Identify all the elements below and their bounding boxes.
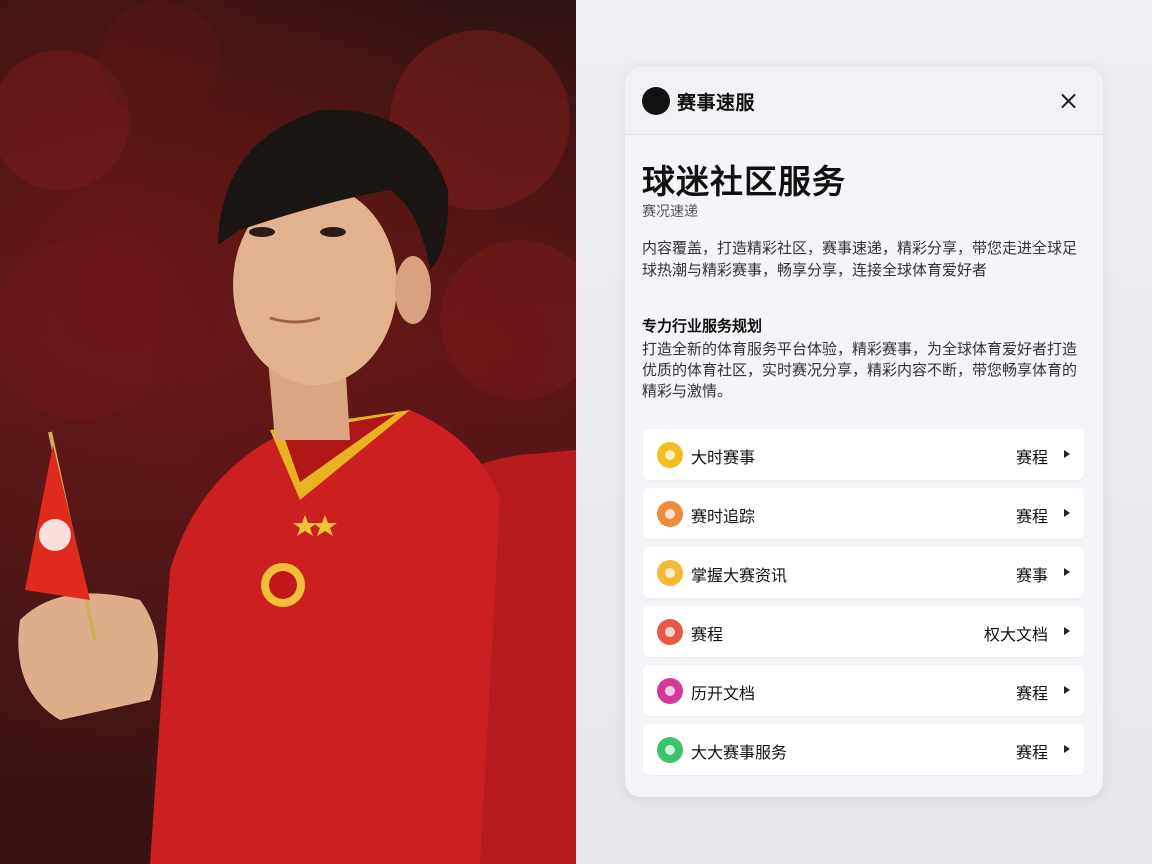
service-label: 赛程 [691,625,724,644]
chevron-right-icon [1064,509,1070,517]
close-icon[interactable] [1053,86,1083,116]
service-item-5[interactable]: 历开文档 赛程 [643,665,1084,716]
service-action: 赛程 [1015,448,1048,467]
section-body: 打造全新的体育服务平台体验，精彩赛事，为全球体育爱好者打造优质的体育社区，实时赛… [642,340,1078,400]
ball-icon [657,501,683,527]
service-action: 赛程 [1015,743,1048,762]
service-action: 权大文档 [983,625,1048,644]
service-action: 赛程 [1015,684,1048,703]
document-icon [657,678,683,704]
chevron-right-icon [1064,627,1070,635]
service-action: 赛程 [1015,507,1048,526]
service-item-4[interactable]: 赛程 权大文档 [643,606,1084,657]
service-item-3[interactable]: 掌握大赛资讯 赛事 [643,547,1084,598]
brand-name: 赛事速服 [677,92,756,114]
chevron-right-icon [1064,686,1070,694]
ball-logo-icon [642,87,670,115]
news-icon [657,560,683,586]
service-label: 大时赛事 [691,448,756,467]
section-heading: 专力行业服务规划 [642,317,763,335]
page-subtitle: 赛况速递 [642,204,698,220]
service-item-6[interactable]: 大大赛事服务 赛程 [643,724,1084,775]
service-item-1[interactable]: 大时赛事 赛程 [643,429,1084,480]
service-action: 赛事 [1015,566,1048,585]
trophy-icon [657,442,683,468]
card-header: 赛事速服 [625,67,1103,135]
service-label: 赛时追踪 [691,507,756,526]
service-label: 历开文档 [691,684,756,703]
service-icon [657,737,683,763]
player-illustration [0,0,576,864]
service-label: 掌握大赛资讯 [691,566,788,585]
calendar-icon [657,619,683,645]
intro-text: 内容覆盖，打造精彩社区，赛事速递，精彩分享，带您走进全球足球热潮与精彩赛事，畅享… [642,239,1078,279]
service-list: 大时赛事 赛程 赛时追踪 赛程 掌握大赛资讯 赛事 赛程 权大文档 历开文档 赛… [643,429,1084,783]
page-title: 球迷社区服务 [642,162,846,201]
chevron-right-icon [1064,450,1070,458]
chevron-right-icon [1064,745,1070,753]
hero-photo [0,0,576,864]
service-card: 赛事速服 球迷社区服务 赛况速递 内容覆盖，打造精彩社区，赛事速递，精彩分享，带… [625,67,1103,797]
service-label: 大大赛事服务 [691,743,788,762]
service-item-2[interactable]: 赛时追踪 赛程 [643,488,1084,539]
chevron-right-icon [1064,568,1070,576]
